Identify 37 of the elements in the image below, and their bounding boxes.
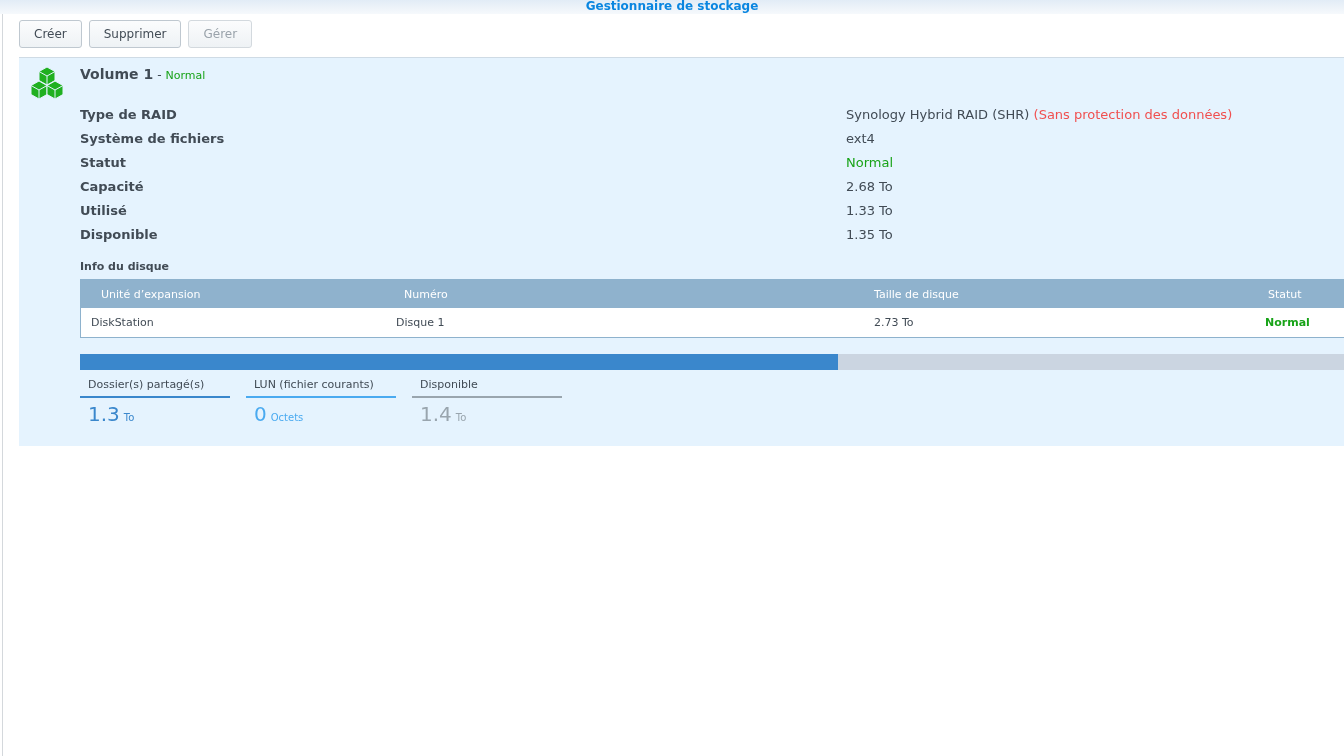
- cubes-icon: [30, 66, 64, 100]
- property-value: ext4: [846, 130, 876, 148]
- column-header: Numéro: [403, 287, 449, 301]
- window-title: Gestionnaire de stockage: [585, 0, 759, 13]
- property-value: 1.35 To: [846, 226, 894, 244]
- column-header: Unité d’expansion: [100, 287, 202, 301]
- property-label: Système de fichiers: [80, 130, 226, 148]
- property-label: Type de RAID: [80, 106, 178, 124]
- toolbar-button[interactable]: Supprimer: [88, 20, 182, 48]
- section-title: Info du disque: [80, 260, 170, 273]
- column-header: Statut: [1267, 287, 1303, 301]
- table-cell-text: DiskStation: [90, 316, 155, 329]
- status-value: Normal: [846, 154, 895, 172]
- legend-label: Disponible: [412, 378, 562, 398]
- column-header: Taille de disque: [874, 287, 960, 301]
- legend-unit: To: [123, 412, 135, 423]
- legend-unit: To: [455, 412, 467, 423]
- separator-text: -: [157, 68, 162, 82]
- property-label: Capacité: [80, 178, 145, 196]
- property-value: Synology Hybrid RAID (SHR) (Sans protection des données): [846, 106, 1234, 124]
- legend-value: 1.3: [88, 402, 120, 426]
- table-cell-text: 2.73 To: [874, 316, 915, 329]
- table-cell-text: Normal: [1264, 316, 1311, 329]
- property-label: Disponible: [80, 226, 159, 244]
- property-value: 1.33 To: [846, 202, 894, 220]
- volume-status: Normal: [165, 69, 206, 82]
- legend-value: 0: [254, 402, 267, 426]
- legend-label: LUN (fichier courants): [246, 378, 396, 398]
- property-label: Statut: [80, 154, 128, 172]
- property-value: 2.68 To: [846, 178, 894, 196]
- legend-label: Dossier(s) partagé(s): [80, 378, 230, 398]
- legend-value: 1.4: [420, 402, 452, 426]
- property-label: Utilisé: [80, 202, 128, 220]
- legend-unit: Octets: [270, 412, 304, 423]
- volume-name: Volume 1: [80, 66, 154, 82]
- table-cell-text: Disque 1: [395, 316, 446, 329]
- toolbar-button[interactable]: Créer: [19, 20, 82, 48]
